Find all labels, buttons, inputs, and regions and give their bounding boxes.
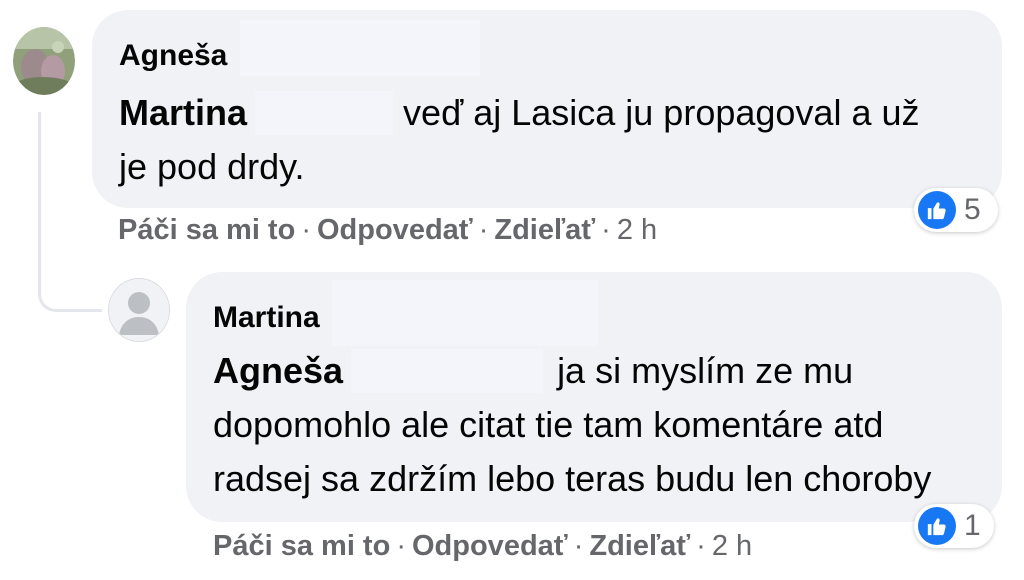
reply-bubble: Martina Agneša ja si myslím ze mu dopomo… (186, 272, 1002, 522)
redacted-surname (332, 280, 598, 346)
comment-actions: Páči sa mi to · Odpovedať · Zdieľať · 2 h (118, 214, 657, 247)
reply-button[interactable]: Odpovedať (317, 214, 473, 246)
redacted-surname (240, 20, 480, 76)
comment-text-line1: ja si myslím ze mu (557, 350, 854, 391)
like-button[interactable]: Páči sa mi to (213, 530, 390, 562)
reaction-count: 5 (964, 193, 981, 226)
separator: · (478, 214, 489, 246)
timestamp[interactable]: 2 h (712, 530, 752, 562)
comment-text-line2: dopomohlo ale citat tie tam komentáre at… (213, 404, 884, 445)
avatar-agnesa[interactable] (13, 27, 75, 95)
reaction-count-badge[interactable]: 5 (914, 188, 998, 232)
separator: · (601, 214, 611, 246)
share-button[interactable]: Zdieľať (589, 530, 690, 562)
comment-text-line2: je pod drdy. (119, 146, 305, 187)
reply-button[interactable]: Odpovedať (412, 530, 568, 562)
separator: · (396, 530, 406, 562)
redacted-surname (255, 91, 394, 136)
mention-tag[interactable]: Agneša (213, 350, 343, 391)
separator: · (696, 530, 706, 562)
comment-text: Martina veď aj Lasica ju propagoval a už… (119, 86, 1002, 194)
comment-bubble: Agneša Martina veď aj Lasica ju propagov… (92, 10, 1002, 208)
reaction-count: 1 (964, 509, 981, 542)
redacted-surname (351, 349, 544, 394)
comment-actions: Páči sa mi to · Odpovedať · Zdieľať · 2 h (213, 530, 752, 563)
comment-text: Agneša ja si myslím ze mu dopomohlo ale … (213, 344, 1002, 506)
like-icon (918, 191, 956, 229)
avatar-martina[interactable] (108, 278, 170, 342)
like-icon (918, 507, 956, 545)
share-button[interactable]: Zdieľať (494, 214, 595, 246)
like-button[interactable]: Páči sa mi to (118, 214, 295, 246)
timestamp[interactable]: 2 h (617, 214, 657, 246)
mention-tag[interactable]: Martina (119, 92, 247, 133)
separator: · (573, 530, 584, 562)
comment-text-line3: radsej sa zdržím lebo teras budu len cho… (213, 458, 932, 499)
reaction-count-badge[interactable]: 1 (914, 504, 994, 548)
separator: · (301, 214, 311, 246)
comment-text-line1: veď aj Lasica ju propagoval a už (403, 92, 920, 133)
